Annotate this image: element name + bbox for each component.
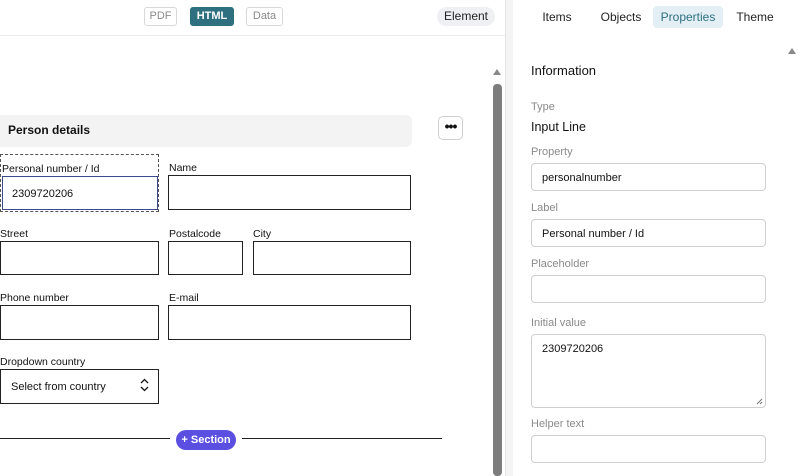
tab-pdf[interactable]: PDF: [144, 7, 177, 26]
property-label: Property: [531, 146, 573, 158]
personal-number-label: Personal number / Id: [2, 163, 100, 175]
label-input-value: Personal number / Id: [542, 228, 645, 240]
phone-label: Phone number: [0, 292, 69, 304]
property-input[interactable]: personalnumber: [531, 163, 766, 191]
scroll-up-icon[interactable]: [493, 69, 501, 75]
information-heading: Information: [531, 63, 597, 78]
section-header[interactable]: Person details: [0, 115, 412, 147]
tab-objects[interactable]: Objects: [595, 6, 647, 28]
personal-number-value: 2309720206: [12, 188, 74, 200]
more-horizontal-icon[interactable]: •••: [438, 116, 463, 140]
property-input-value: personalnumber: [542, 172, 622, 184]
postalcode-label: Postalcode: [169, 228, 221, 240]
city-label: City: [253, 228, 272, 240]
chevron-up-down-icon: [140, 378, 149, 394]
initial-value-text: 2309720206: [542, 343, 604, 355]
helper-text-label: Helper text: [531, 418, 585, 430]
section-divider-left: [0, 438, 170, 439]
email-input[interactable]: [168, 305, 411, 340]
element-badge[interactable]: Element: [437, 7, 495, 26]
section-divider-right: [242, 438, 442, 439]
country-select-value: Select from country: [11, 381, 106, 393]
street-label: Street: [0, 228, 29, 240]
label-label: Label: [531, 202, 558, 214]
panel-scroll-up-icon[interactable]: [788, 48, 796, 54]
tab-html[interactable]: HTML: [190, 7, 234, 26]
email-label: E-mail: [169, 292, 199, 304]
tab-properties[interactable]: Properties: [653, 6, 723, 28]
country-select[interactable]: Select from country: [0, 369, 159, 404]
add-section-button[interactable]: + Section: [176, 430, 236, 450]
city-input[interactable]: [253, 241, 411, 275]
name-input[interactable]: [168, 175, 411, 210]
name-label: Name: [169, 162, 198, 174]
personal-number-input[interactable]: 2309720206: [2, 176, 158, 210]
initial-value-textarea[interactable]: 2309720206: [531, 334, 766, 408]
view-toolbar: PDF HTML Data Element: [0, 0, 505, 36]
form-canvas: PDF HTML Data Element Person details •••…: [0, 0, 505, 476]
resize-grip-icon[interactable]: [756, 398, 763, 405]
type-label: Type: [531, 101, 555, 113]
street-input[interactable]: [0, 241, 159, 275]
helper-text-input[interactable]: [531, 435, 766, 463]
phone-input[interactable]: [0, 305, 159, 340]
initial-value-label: Initial value: [531, 317, 587, 329]
postalcode-input[interactable]: [168, 241, 243, 275]
properties-panel: Items Objects Properties Theme Informati…: [513, 0, 798, 476]
country-label: Dropdown country: [0, 356, 86, 368]
section-title: Person details: [8, 123, 91, 137]
type-value: Input Line: [531, 120, 586, 134]
placeholder-input[interactable]: [531, 275, 766, 303]
tab-data[interactable]: Data: [246, 7, 283, 26]
tab-theme[interactable]: Theme: [731, 6, 779, 28]
tab-items[interactable]: Items: [533, 6, 581, 28]
panel-tabs: Items Objects Properties Theme: [513, 0, 798, 35]
label-input[interactable]: Personal number / Id: [531, 219, 766, 247]
placeholder-label: Placeholder: [531, 258, 590, 270]
canvas-scrollbar[interactable]: [493, 84, 502, 476]
pane-resizer[interactable]: [505, 0, 513, 476]
